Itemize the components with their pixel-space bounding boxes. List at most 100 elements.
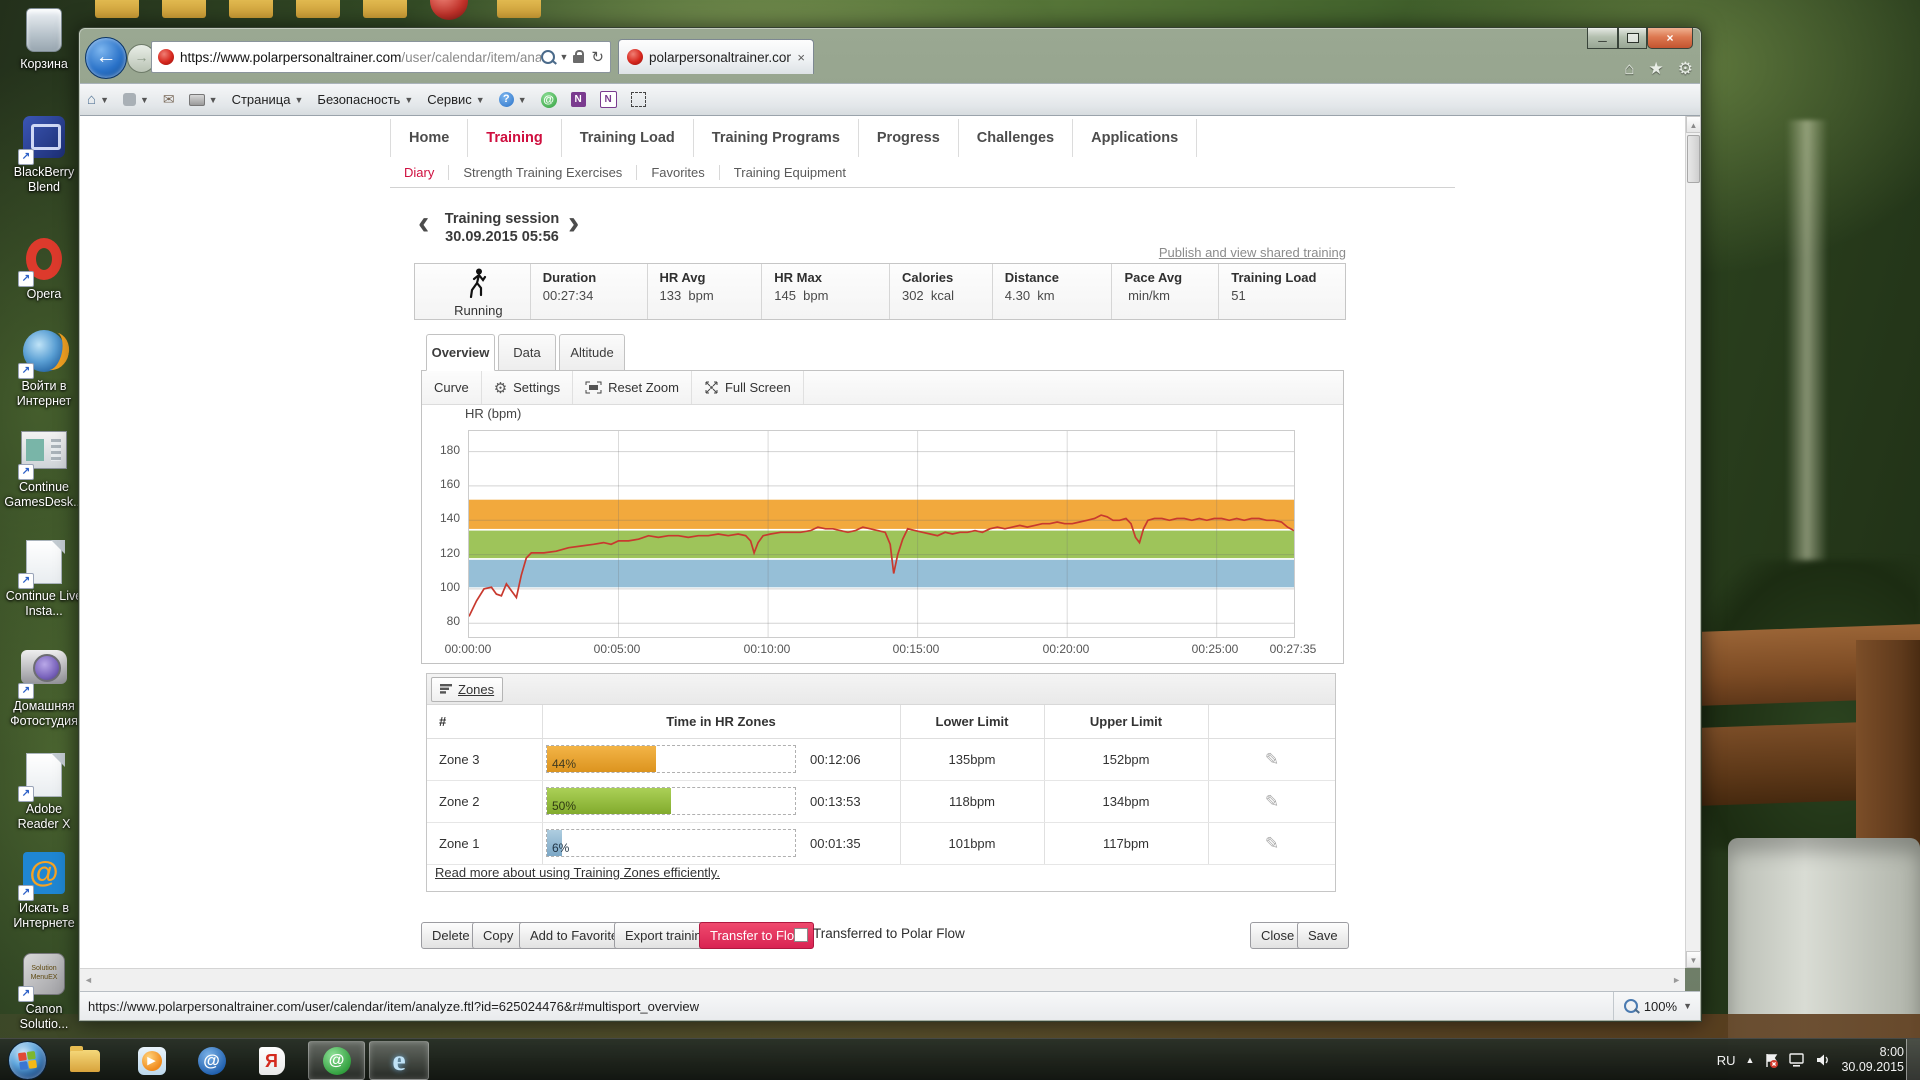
- save-button[interactable]: Save: [1297, 922, 1349, 949]
- browser-tab[interactable]: polarpersonaltrainer.com ×: [618, 39, 814, 74]
- nav-tab-applications[interactable]: Applications: [1073, 119, 1198, 157]
- desktop-icon-live-installer[interactable]: ↗ Continue Live Insta...: [4, 540, 84, 619]
- start-button[interactable]: [8, 1041, 47, 1080]
- taskbar-yandex-button[interactable]: Я: [255, 1044, 288, 1077]
- publish-link[interactable]: Publish and view shared training: [1100, 245, 1346, 260]
- language-indicator[interactable]: RU: [1717, 1053, 1736, 1068]
- address-url-host: https://www.polarpersonaltrainer.com: [180, 49, 402, 65]
- vertical-scrollbar[interactable]: ▲ ▼: [1685, 116, 1701, 968]
- settings-button[interactable]: ⚙ Settings: [482, 371, 574, 404]
- hr-chart-plot[interactable]: [468, 430, 1295, 638]
- desktop-icon-web-search[interactable]: @ ↗ Искать в Интернете: [4, 852, 84, 931]
- curve-button[interactable]: Curve: [422, 371, 482, 404]
- scroll-right-arrow[interactable]: ►: [1672, 975, 1681, 985]
- desktop-icon-adobe-reader[interactable]: ↗ Adobe Reader X: [4, 753, 84, 832]
- subnav-strength-training[interactable]: Strength Training Exercises: [449, 164, 638, 180]
- onenote-linked-icon[interactable]: N: [593, 88, 624, 112]
- search-icon[interactable]: [540, 50, 555, 64]
- next-session-button[interactable]: ›: [568, 206, 579, 240]
- taskbar-ie-button[interactable]: e: [369, 1041, 429, 1080]
- horizontal-scrollbar[interactable]: ◄ ►: [80, 968, 1685, 991]
- nav-tab-training[interactable]: Training: [468, 119, 562, 157]
- action-center-flag-icon[interactable]: [1764, 1053, 1779, 1068]
- help-icon[interactable]: ? ▼: [492, 88, 534, 112]
- close-button[interactable]: ×: [1647, 28, 1693, 49]
- network-icon[interactable]: [1789, 1053, 1806, 1067]
- subnav-training-equipment[interactable]: Training Equipment: [720, 165, 860, 180]
- subnav-favorites[interactable]: Favorites: [637, 164, 720, 180]
- desktop-icon-gamesdesk[interactable]: ↗ Continue GamesDesk...: [4, 428, 84, 510]
- zoom-control[interactable]: 100% ▼: [1612, 992, 1692, 1020]
- speaker-icon[interactable]: [1816, 1053, 1831, 1067]
- copy-button[interactable]: Copy: [472, 922, 525, 949]
- prev-session-button[interactable]: ‹: [418, 206, 429, 240]
- chevron-down-icon[interactable]: ▼: [560, 52, 569, 62]
- mailru-agent-icon[interactable]: @: [534, 88, 564, 112]
- reset-zoom-button[interactable]: Reset Zoom: [573, 371, 692, 404]
- app-window-icon: ↗: [18, 431, 67, 480]
- transferred-checkbox[interactable]: [794, 928, 808, 942]
- desktop-icon-internet[interactable]: ↗ Войти в Интернет: [4, 330, 84, 409]
- menu-security[interactable]: Безопасность ▼: [310, 88, 420, 112]
- tab-altitude[interactable]: Altitude: [559, 334, 625, 371]
- rss-feed-icon[interactable]: ▼: [116, 88, 156, 112]
- x-tick-label: 00:15:00: [892, 642, 940, 656]
- print-icon[interactable]: ▼: [182, 88, 225, 112]
- snippet-tool-icon[interactable]: [624, 88, 653, 112]
- desktop-icon-photo-studio[interactable]: ↗ Домашняя Фотостудия: [4, 645, 84, 729]
- folder-icon[interactable]: [363, 0, 407, 18]
- folder-icon[interactable]: [497, 0, 541, 18]
- zones-button[interactable]: Zones: [431, 677, 504, 702]
- address-bar[interactable]: https://www.polarpersonaltrainer.com/use…: [151, 41, 611, 73]
- nav-tab-training-programs[interactable]: Training Programs: [694, 119, 859, 157]
- gear-icon[interactable]: ⚙: [1678, 59, 1693, 79]
- desktop-icon-recycle-bin[interactable]: Корзина: [4, 8, 84, 72]
- desktop-icon-canon[interactable]: Solution MenuEX ↗ Canon Solutio...: [4, 953, 84, 1032]
- home-menu-icon[interactable]: ⌂ ▼: [80, 88, 116, 112]
- read-more-link[interactable]: Read more about using Training Zones eff…: [435, 865, 720, 880]
- desktop-icon-blackberry-blend[interactable]: ↗ BlackBerry Blend: [4, 116, 84, 195]
- subnav-diary[interactable]: Diary: [390, 164, 450, 180]
- tab-data[interactable]: Data: [498, 334, 556, 371]
- show-desktop-button[interactable]: [1906, 1039, 1920, 1080]
- scroll-up-arrow[interactable]: ▲: [1686, 116, 1701, 133]
- minimize-button[interactable]: ─: [1587, 28, 1618, 49]
- scrollbar-thumb[interactable]: [1687, 135, 1700, 183]
- taskbar-mailru-button[interactable]: @: [195, 1044, 228, 1077]
- folder-icon[interactable]: [162, 0, 206, 18]
- read-mail-icon[interactable]: ✉: [156, 88, 182, 112]
- onenote-send-icon[interactable]: N: [564, 88, 593, 112]
- desktop-icon-label: Canon Solutio...: [19, 1002, 69, 1031]
- back-button[interactable]: ←: [85, 37, 127, 79]
- folder-icon[interactable]: [95, 0, 139, 18]
- taskbar-agent-button[interactable]: @: [308, 1041, 365, 1080]
- menu-tools[interactable]: Сервис ▼: [420, 88, 491, 112]
- scroll-down-arrow[interactable]: ▼: [1686, 951, 1701, 968]
- nav-tab-progress[interactable]: Progress: [859, 119, 959, 157]
- nav-tab-challenges[interactable]: Challenges: [959, 119, 1074, 157]
- app-icon[interactable]: [430, 0, 468, 20]
- taskbar-explorer-button[interactable]: [68, 1044, 101, 1077]
- taskbar-clock[interactable]: 8:00 30.09.2015: [1841, 1045, 1904, 1075]
- stat-hr-max: HR Max 145 bpm: [761, 264, 889, 319]
- folder-icon[interactable]: [229, 0, 273, 18]
- edit-pencil-icon[interactable]: ✎: [1208, 781, 1336, 822]
- desktop-icon-opera[interactable]: ↗ Opera: [4, 238, 84, 302]
- full-screen-button[interactable]: Full Screen: [692, 371, 804, 404]
- taskbar-media-player-button[interactable]: ▶: [135, 1044, 168, 1077]
- tab-close-icon[interactable]: ×: [797, 50, 805, 65]
- edit-pencil-icon[interactable]: ✎: [1208, 739, 1336, 780]
- maximize-button[interactable]: [1618, 28, 1647, 49]
- favorites-star-icon[interactable]: ★: [1649, 59, 1664, 79]
- folder-icon[interactable]: [296, 0, 340, 18]
- refresh-icon[interactable]: ↻: [591, 48, 604, 66]
- nav-tab-home[interactable]: Home: [391, 119, 469, 157]
- scroll-left-arrow[interactable]: ◄: [84, 975, 93, 985]
- home-icon[interactable]: ⌂: [1624, 59, 1634, 79]
- agent-at-icon: @: [322, 1046, 351, 1075]
- edit-pencil-icon[interactable]: ✎: [1208, 823, 1336, 864]
- tray-expand-icon[interactable]: ▲: [1746, 1055, 1755, 1065]
- tab-overview[interactable]: Overview: [426, 334, 495, 371]
- nav-tab-training-load[interactable]: Training Load: [562, 119, 694, 157]
- menu-page[interactable]: Страница ▼: [225, 88, 311, 112]
